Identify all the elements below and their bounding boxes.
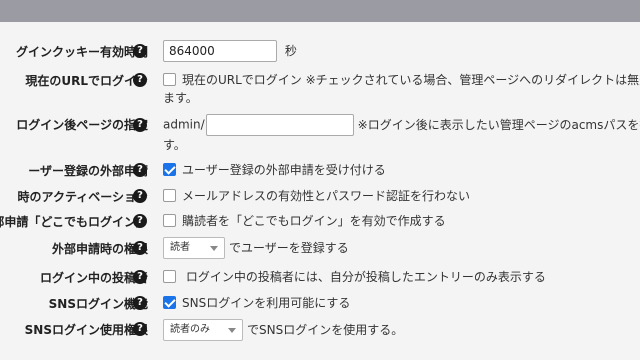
external-role-text: でユーザーを登録する: [229, 240, 349, 255]
help-icon[interactable]: ?: [133, 163, 147, 177]
author-filter-text: ログイン中の投稿者には、自分が投稿したエントリーのみ表示する: [182, 270, 546, 284]
row-label: 現在のURLでログイン: [25, 74, 148, 88]
row-anywhere-login: 部申請「どこでもログイン」 ? 購読者を「どこでもログイン」を有効で作成する: [0, 211, 640, 231]
chevron-down-icon: [228, 328, 236, 333]
sns-role-select[interactable]: 読者のみ: [163, 319, 243, 341]
top-bar: [0, 0, 640, 22]
row-cookie-lifetime: グインクッキー有効時間 ? 864000 秒: [0, 40, 640, 62]
after-login-note-cont: す。: [163, 138, 186, 152]
activation-checkbox[interactable]: [163, 189, 176, 202]
help-icon[interactable]: ?: [133, 296, 147, 310]
author-filter-checkbox[interactable]: [163, 270, 176, 283]
select-value: 読者のみ: [170, 324, 210, 335]
select-value: 読者: [170, 242, 190, 253]
activation-text: メールアドレスの有効性とパスワード認証を行わない: [182, 189, 471, 203]
after-login-path-input[interactable]: [205, 114, 354, 136]
row-after-login-page: ログイン後ページの指定 ? admin/ ※ログイン後に表示したい管理ページのac…: [0, 113, 640, 152]
sns-login-text: SNSログインを利用可能にする: [182, 296, 351, 310]
help-icon[interactable]: ?: [133, 241, 147, 255]
row-author-filter: ログイン中の投稿者 ? ログイン中の投稿者には、自分が投稿したエントリーのみ表示…: [0, 267, 640, 287]
current-url-login-checkbox[interactable]: [163, 73, 176, 86]
row-label: ーザー登録の外部申請: [28, 164, 148, 178]
unit-label: 秒: [284, 43, 297, 58]
help-icon[interactable]: ?: [133, 322, 147, 336]
row-sns-login: SNSログイン機能 ? SNSログインを利用可能にする: [0, 293, 640, 313]
help-icon[interactable]: ?: [133, 118, 147, 132]
current-url-login-text-cont: ます。: [163, 91, 198, 105]
current-url-login-text: 現在のURLでログイン ※チェックされている場合、管理ページへのリダイレクトは無…: [182, 73, 640, 87]
row-label: ログイン中の投稿者: [39, 271, 148, 285]
help-icon[interactable]: ?: [133, 44, 147, 58]
row-label: SNSログイン使用権限: [24, 323, 148, 337]
help-icon[interactable]: ?: [133, 189, 147, 203]
path-prefix: admin/: [163, 117, 205, 132]
after-login-note: ※ログイン後に表示したい管理ページのacmsパスを指: [357, 117, 640, 132]
anywhere-login-text: 購読者を「どこでもログイン」を有効で作成する: [182, 214, 446, 228]
help-icon[interactable]: ?: [133, 73, 147, 87]
help-icon[interactable]: ?: [133, 214, 147, 228]
row-label: 時のアクティベーション: [17, 190, 148, 204]
row-activation: 時のアクティベーション ? メールアドレスの有効性とパスワード認証を行わない: [0, 186, 640, 206]
chevron-down-icon: [210, 246, 218, 251]
cookie-lifetime-input[interactable]: 864000: [163, 40, 277, 62]
row-current-url-login: 現在のURLでログイン ? 現在のURLでログイン ※チェックされている場合、管…: [0, 70, 640, 106]
sns-role-text: でSNSログインを使用する。: [247, 322, 404, 337]
row-external-signup: ーザー登録の外部申請 ? ユーザー登録の外部申請を受け付ける: [0, 160, 640, 180]
external-signup-text: ユーザー登録の外部申請を受け付ける: [182, 163, 386, 177]
row-external-role: 外部申請時の権限 ? 読者 でユーザーを登録する: [0, 236, 640, 260]
row-label: ログイン後ページの指定: [16, 118, 148, 132]
row-label: 部申請「どこでもログイン」: [0, 215, 148, 229]
row-sns-role: SNSログイン使用権限 ? 読者のみ でSNSログインを使用する。: [0, 318, 640, 342]
help-icon[interactable]: ?: [133, 270, 147, 284]
external-role-select[interactable]: 読者: [163, 237, 225, 259]
anywhere-login-checkbox[interactable]: [163, 214, 176, 227]
sns-login-checkbox[interactable]: [163, 296, 176, 309]
external-signup-checkbox[interactable]: [163, 163, 176, 176]
row-label: グインクッキー有効時間: [15, 45, 148, 59]
